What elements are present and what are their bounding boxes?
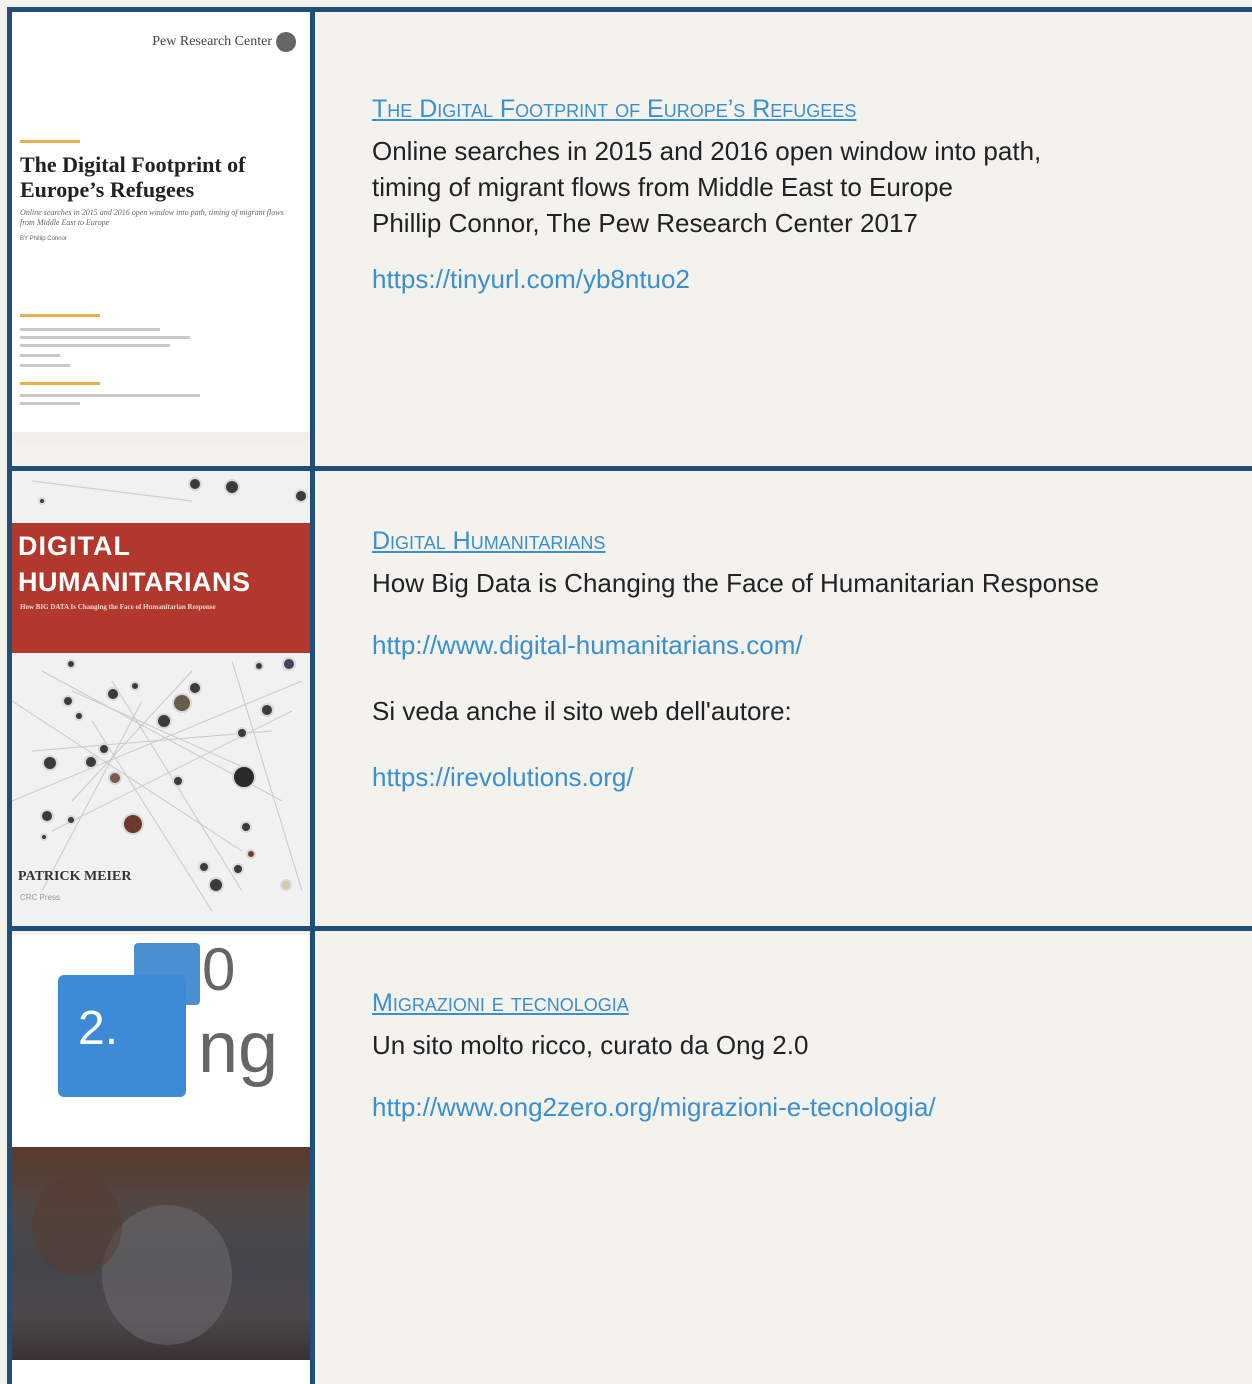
network-node — [108, 771, 122, 785]
cover-fine-print — [20, 328, 160, 331]
network-node — [106, 687, 120, 701]
title-link[interactable]: Digital Humanitarians — [372, 523, 605, 559]
network-node — [280, 879, 292, 891]
network-node — [98, 743, 110, 755]
logo-zero: 0 — [202, 936, 236, 1003]
cover-fine-print — [20, 354, 60, 357]
cover-fine-print — [20, 336, 190, 339]
publisher-logo: CRC Press — [20, 893, 61, 902]
network-node — [172, 693, 192, 713]
cover-byline: BY Phillip Connor — [20, 236, 67, 242]
network-node — [254, 661, 264, 671]
resource-url[interactable]: https://tinyurl.com/yb8ntuo2 — [372, 261, 1232, 297]
network-node — [294, 489, 308, 503]
network-node — [40, 833, 48, 841]
network-node — [240, 821, 252, 833]
network-node — [156, 713, 172, 729]
cover-fine-print — [20, 402, 80, 405]
cover-fine-print — [20, 364, 70, 367]
photo-shape — [32, 1175, 122, 1275]
network-node — [224, 479, 240, 495]
cover-digital-humanitarians: DIGITAL HUMANITARIANS How BIG DATA Is Ch… — [12, 471, 310, 926]
entry-note: Si veda anche il sito web dell'autore: — [372, 696, 792, 726]
network-node — [74, 711, 84, 721]
description-line: Online searches in 2015 and 2016 open wi… — [372, 136, 1042, 166]
network-node — [246, 849, 256, 859]
description-line: Phillip Connor, The Pew Research Center … — [372, 208, 918, 238]
cover-fine-print — [20, 344, 170, 347]
author-site-url[interactable]: https://irevolutions.org/ — [372, 759, 1232, 795]
logo-ng: ng — [198, 1008, 279, 1088]
network-node — [232, 765, 256, 789]
cover-footer — [12, 432, 310, 442]
cover-fine-print — [20, 394, 200, 397]
entry-description: Online searches in 2015 and 2016 open wi… — [372, 133, 1232, 241]
network-node — [62, 695, 74, 707]
cover-kicker — [20, 140, 80, 143]
cover-subtitle: Online searches in 2015 and 2016 open wi… — [20, 208, 284, 227]
pew-globe-icon — [276, 32, 296, 52]
network-node — [66, 815, 76, 825]
description-line: timing of migrant flows from Middle East… — [372, 172, 953, 202]
pew-logo: Pew Research Center — [152, 32, 296, 52]
table-border-row2 — [7, 926, 1252, 931]
cover-digital-footprint: Pew Research Center The Digital Footprin… — [12, 12, 310, 442]
network-node — [66, 659, 76, 669]
network-node — [42, 755, 58, 771]
resource-url[interactable]: http://www.ong2zero.org/migrazioni-e-tec… — [372, 1089, 1232, 1125]
entry-digital-footprint: The Digital Footprint of Europe’s Refuge… — [372, 90, 1232, 297]
network-node — [188, 681, 202, 695]
cover-title-line2: HUMANITARIANS — [18, 567, 251, 597]
cover-fine-print — [20, 314, 100, 317]
network-node — [208, 877, 224, 893]
network-node — [122, 813, 144, 835]
network-node — [260, 703, 274, 717]
network-node — [40, 809, 54, 823]
network-node — [172, 775, 184, 787]
cover-ong-2-0: 2. 0 ng — [12, 935, 310, 1384]
table-border-middle — [310, 7, 315, 1384]
entry-migrazioni-tecnologia: Migrazioni e tecnologia Un sito molto ri… — [372, 984, 1232, 1125]
cover-author: PATRICK MEIER — [18, 869, 132, 884]
cover-subtitle: How BIG DATA Is Changing the Face of Hum… — [20, 603, 216, 611]
resource-url[interactable]: http://www.digital-humanitarians.com/ — [372, 627, 1232, 663]
network-node — [232, 863, 244, 875]
logo-number: 2. — [78, 1002, 119, 1055]
network-node — [188, 477, 202, 491]
entry-description: Un sito molto ricco, curato da Ong 2.0 — [372, 1030, 809, 1060]
network-node — [38, 497, 46, 505]
title-link[interactable]: The Digital Footprint of Europe’s Refuge… — [372, 91, 856, 127]
entry-digital-humanitarians: Digital Humanitarians How Big Data is Ch… — [372, 522, 1232, 795]
network-node — [84, 755, 98, 769]
network-node — [236, 727, 248, 739]
cover-title-line1: DIGITAL — [18, 531, 131, 561]
cover-title: The Digital Footprint of Europe’s Refuge… — [20, 152, 246, 202]
network-node — [282, 657, 296, 671]
title-link[interactable]: Migrazioni e tecnologia — [372, 985, 629, 1021]
network-node — [198, 861, 210, 873]
cover-fine-print — [20, 382, 100, 385]
resource-table: Pew Research Center The Digital Footprin… — [0, 0, 1252, 1384]
network-node — [130, 681, 140, 691]
entry-description: How Big Data is Changing the Face of Hum… — [372, 568, 1099, 598]
